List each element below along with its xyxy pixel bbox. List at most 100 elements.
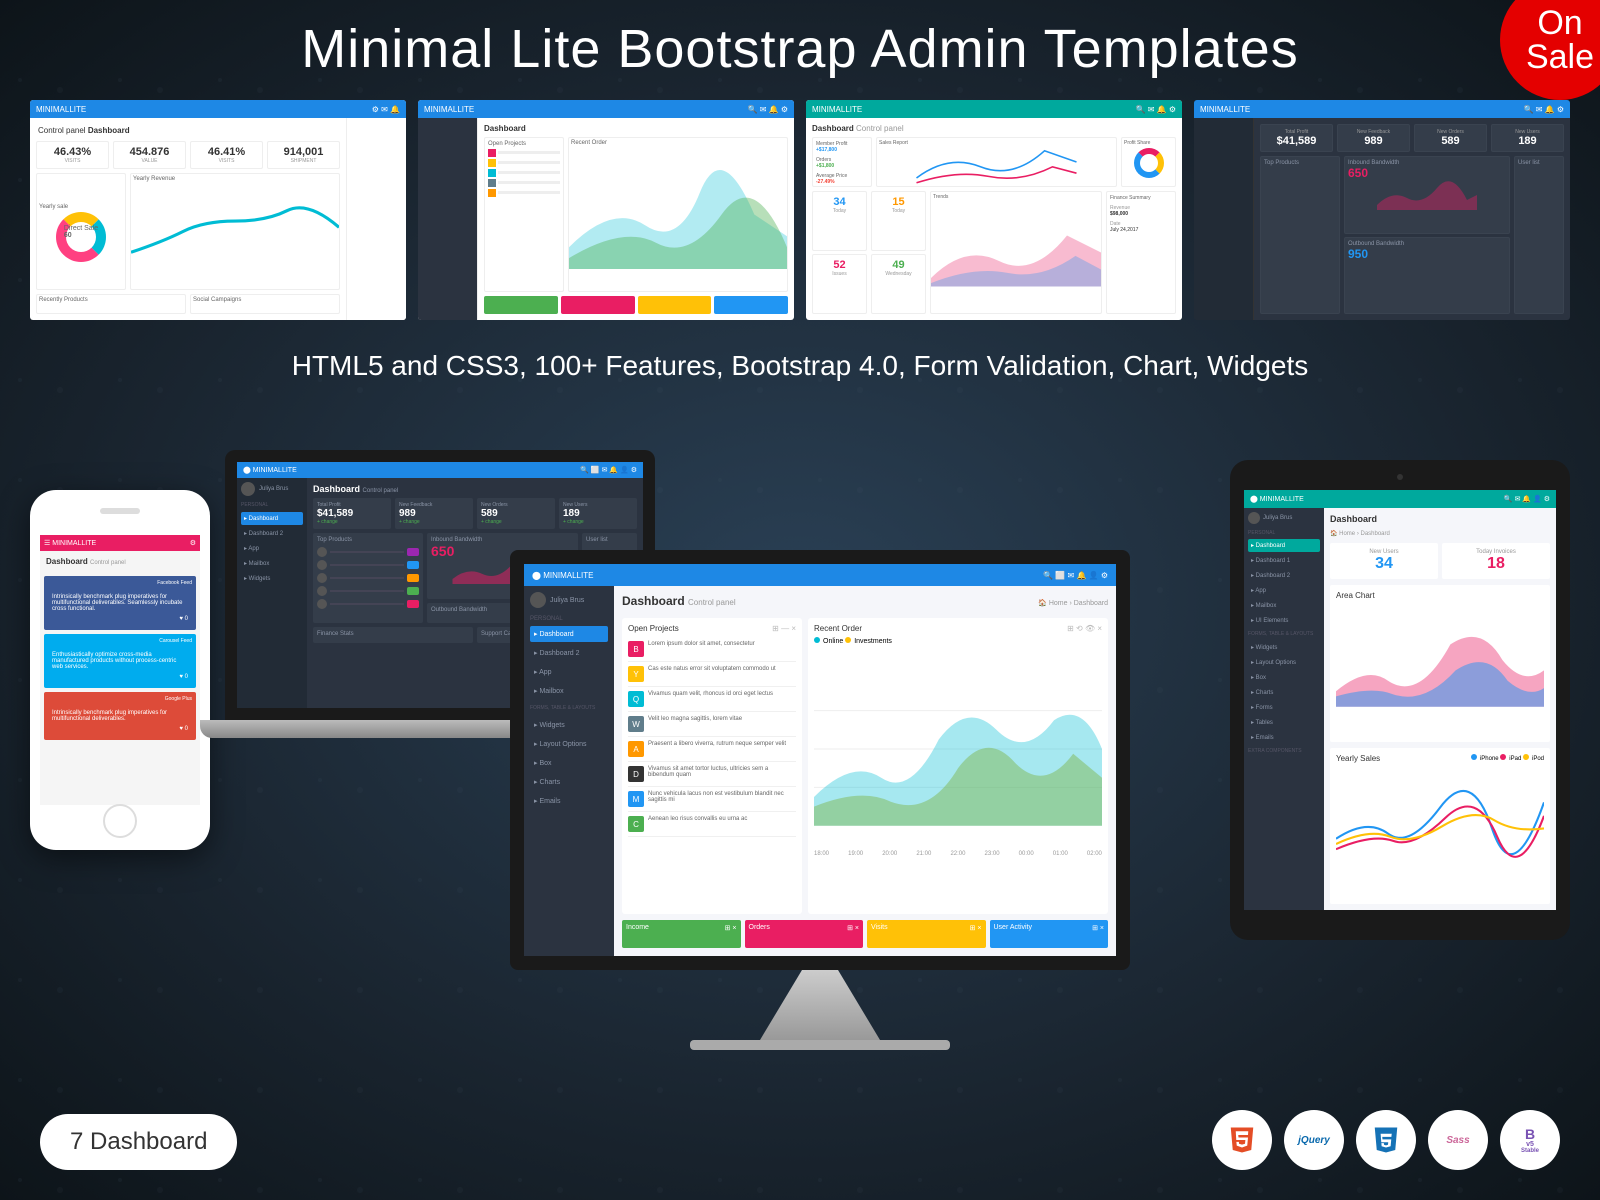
legend-item: Investments: [854, 638, 892, 645]
sidebar-item[interactable]: ▸ UI Elements: [1248, 614, 1320, 627]
phone-header: ☰ MINIMALLITE⚙: [40, 535, 200, 551]
panel-title: Finance Summary: [1110, 195, 1172, 201]
breadcrumb[interactable]: Home: [1049, 600, 1068, 607]
sidebar-item[interactable]: ▸ Widgets: [530, 717, 608, 733]
laptop-sidebar: Juliya Brus PERSONAL ▸ Dashboard▸ Dashbo…: [237, 478, 307, 708]
project-item[interactable]: WVelit leo magna sagittis, lorem vitae: [628, 712, 796, 737]
metric-tile[interactable]: Orders⊞ ×: [745, 920, 864, 948]
sidebar-item[interactable]: ▸ Forms: [1248, 701, 1320, 714]
panel-title: User list: [1518, 160, 1560, 166]
sidebar-item[interactable]: ▸ Widgets: [241, 572, 303, 585]
jquery-icon: jQuery: [1284, 1110, 1344, 1170]
thumb-2[interactable]: MINIMALLITE🔍 ✉ 🔔 ⚙ Dashboard Open Projec…: [418, 100, 794, 320]
toolbar-icons: 🔍 ✉ 🔔 ⚙: [1136, 105, 1176, 114]
toolbar-icons: ⚙ ✉ 🔔: [372, 105, 400, 114]
panel-title: Recent Order: [814, 624, 862, 633]
sidebar-item[interactable]: ▸ Dashboard 1: [1248, 554, 1320, 567]
dash-title: Dashboard: [484, 124, 526, 133]
dash-title: Dashboard: [622, 594, 685, 608]
sale-line2: Sale: [1526, 40, 1594, 74]
sidebar-item[interactable]: ▸ Tables: [1248, 716, 1320, 729]
panel-title: Finance Stats: [313, 627, 473, 643]
sidebar-item[interactable]: ▸ Dashboard 2: [1248, 569, 1320, 582]
breadcrumb: Control panel: [38, 126, 86, 135]
sidebar-item[interactable]: ▸ Charts: [1248, 686, 1320, 699]
monitor-topbar: ⬤ MINIMALLITE🔍 ⬜ ✉ 🔔 👤 ⚙: [524, 564, 1116, 586]
sidebar-item[interactable]: ▸ Emails: [1248, 731, 1320, 744]
sidebar-item[interactable]: ▸ App: [1248, 584, 1320, 597]
sidebar-item[interactable]: ▸ Dashboard: [530, 626, 608, 642]
yearly-sales-panel: Yearly Sales iPhone iPad iPod: [1330, 748, 1550, 905]
value: +$1,800: [816, 163, 868, 169]
sidebar-item[interactable]: ▸ Mailbox: [530, 683, 608, 699]
brand: MINIMALLITE: [1200, 105, 1250, 114]
sidebar-item[interactable]: ▸ Dashboard 2: [530, 645, 608, 661]
sidebar-item[interactable]: ▸ App: [530, 664, 608, 680]
username: Juliya Brus: [1263, 515, 1292, 521]
stat: 52Issues: [812, 254, 867, 314]
phone-mockup: ☰ MINIMALLITE⚙ Dashboard Control panel F…: [30, 490, 210, 850]
sidebar-item[interactable]: ▸ Box: [1248, 671, 1320, 684]
tablet-mockup: ⬤ MINIMALLITE🔍 ✉ 🔔 👤 ⚙ Juliya Brus PERSO…: [1230, 460, 1570, 940]
stat: 15Today: [871, 191, 926, 251]
metric-tile[interactable]: Income⊞ ×: [622, 920, 741, 948]
legend-item: iPad: [1500, 756, 1523, 762]
stat-box: 914,001SHIPMENT: [267, 141, 340, 169]
dash-title: Dashboard: [812, 124, 854, 133]
brand: MINIMALLITE: [424, 105, 474, 114]
panel-title: Open Projects: [628, 624, 679, 633]
sidebar: [1194, 118, 1254, 320]
css3-icon: [1356, 1110, 1416, 1170]
thumb-3[interactable]: MINIMALLITE🔍 ✉ 🔔 ⚙ Dashboard Control pan…: [806, 100, 1182, 320]
html5-icon: [1212, 1110, 1272, 1170]
sidebar-item[interactable]: ▸ Layout Options: [530, 736, 608, 752]
panel-title: Top Products: [1264, 160, 1336, 166]
metric-tile[interactable]: Visits⊞ ×: [867, 920, 986, 948]
thumb-4[interactable]: MINIMALLITE🔍 ✉ 🔔 ⚙ Total Profit$41,589 N…: [1194, 100, 1570, 320]
sidebar-item[interactable]: ▸ App: [241, 542, 303, 555]
feed-card[interactable]: Carousel FeedEnthusiastically optimize c…: [44, 634, 196, 688]
stat-card: New Users34: [1330, 543, 1438, 579]
project-item[interactable]: QVivamus quam velit, rhoncus id orci ege…: [628, 687, 796, 712]
panel-title: Open Projects: [488, 141, 560, 147]
stat-box: 46.43%VISITS: [36, 141, 109, 169]
recent-order-chart: Recent Order⊞ ⟲ 👁 × Online Investments 1…: [808, 618, 1108, 914]
dashboard-count-pill: 7 Dashboard: [40, 1114, 237, 1170]
metric-tile[interactable]: User Activity⊞ ×: [990, 920, 1109, 948]
stat: 49Wednesday: [871, 254, 926, 314]
laptop-topbar: ⬤ MINIMALLITE🔍 ⬜ ✉ 🔔 👤 ⚙: [237, 462, 643, 478]
project-item[interactable]: YCas este natus error sit voluptatem com…: [628, 662, 796, 687]
sidebar-item[interactable]: ▸ Mailbox: [241, 557, 303, 570]
legend-item: iPhone: [1471, 756, 1500, 762]
sidebar-item[interactable]: ▸ Dashboard 2: [241, 527, 303, 540]
project-item[interactable]: APraesent a libero viverra, rutrum neque…: [628, 737, 796, 762]
username: Juliya Brus: [550, 597, 584, 604]
breadcrumb[interactable]: Home: [1339, 531, 1355, 537]
sidebar-item[interactable]: ▸ Layout Options: [1248, 656, 1320, 669]
thumbnails-row: MINIMALLITE ⚙ ✉ 🔔 Control panel Dashboard…: [30, 100, 1570, 320]
project-item[interactable]: MNunc vehicula lacus non est vestibulum …: [628, 787, 796, 812]
feed-card[interactable]: Facebook FeedIntrinsically benchmark plu…: [44, 576, 196, 630]
sidebar-item[interactable]: ▸ Widgets: [1248, 641, 1320, 654]
sidebar-item[interactable]: ▸ Dashboard: [241, 512, 303, 525]
page-title: Minimal Lite Bootstrap Admin Templates: [0, 18, 1600, 80]
stat: 34Today: [812, 191, 867, 251]
feed-card[interactable]: Google PlusIntrinsically benchmark plug …: [44, 692, 196, 740]
value: +$17,800: [816, 147, 868, 153]
sidebar-item[interactable]: ▸ Emails: [530, 793, 608, 809]
sidebar-item[interactable]: ▸ Box: [530, 755, 608, 771]
project-item[interactable]: CAenean leo risus convallis eu urna ac: [628, 812, 796, 837]
monitor-sidebar: Juliya Brus PERSONAL ▸ Dashboard▸ Dashbo…: [524, 586, 614, 956]
thumb-1[interactable]: MINIMALLITE⚙ ✉ 🔔 Control panel Dashboard…: [30, 100, 406, 320]
sidebar-item[interactable]: ▸ Charts: [530, 774, 608, 790]
sidebar-item[interactable]: ▸ Dashboard: [1248, 539, 1320, 552]
sidebar-item[interactable]: ▸ Mailbox: [1248, 599, 1320, 612]
project-item[interactable]: DVivamus sit amet tortor luctus, ultrici…: [628, 762, 796, 787]
monitor-mockup: ⬤ MINIMALLITE🔍 ⬜ ✉ 🔔 👤 ⚙ Juliya Brus PER…: [510, 550, 1130, 1050]
panel-title: Area Chart: [1336, 591, 1544, 600]
stat-card: New Users189+ change: [559, 498, 637, 529]
stat-card: New Orders589+ change: [477, 498, 555, 529]
stat-box: 454.876VALUE: [113, 141, 186, 169]
project-item[interactable]: BLorem ipsum dolor sit amet, consectetur: [628, 637, 796, 662]
subtitle: HTML5 and CSS3, 100+ Features, Bootstrap…: [0, 350, 1600, 382]
